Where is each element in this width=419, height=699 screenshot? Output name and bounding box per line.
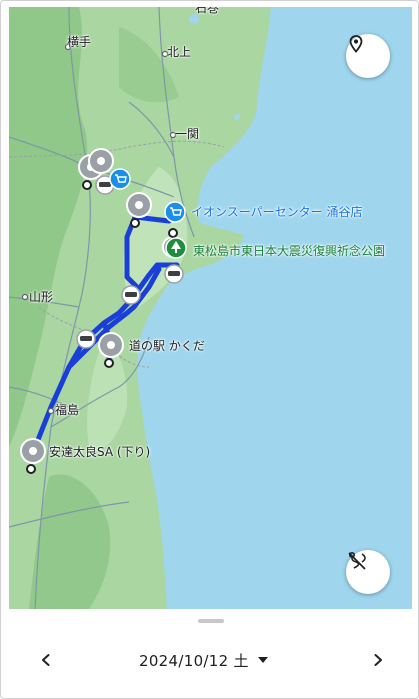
location-button[interactable] [346, 34, 390, 78]
lake [234, 114, 240, 120]
place-label-fukushima: 福島 [55, 403, 80, 417]
car-icon [164, 264, 184, 284]
bottom-sheet: 2024/10/12 土 [9, 609, 412, 695]
previous-day-button[interactable] [31, 645, 61, 675]
chevron-left-icon [42, 654, 50, 666]
poi-label-michinoeki[interactable]: 道の駅 かくだ [129, 339, 205, 353]
app-frame: 横手 北上 一関 山形 福島 石巻 イオンスーパーセンター 涌谷店 東松島市東日… [0, 0, 419, 699]
place-label-top: 石巻 [195, 7, 220, 15]
poi-label-memorial-park[interactable]: 東松島市東日本大震災復興祈念公園 [193, 244, 385, 258]
location-pin-icon [349, 35, 363, 53]
poi-label-aeon[interactable]: イオンスーパーセンター 涌谷店 [191, 205, 362, 219]
route-toggle-button[interactable] [346, 550, 390, 594]
place-label-yokote: 横手 [67, 35, 92, 49]
map-canvas [9, 7, 412, 609]
drag-handle[interactable] [198, 619, 224, 623]
visit-pin-marker[interactable] [126, 192, 152, 218]
shopping-cart-icon[interactable] [109, 168, 131, 190]
car-icon [76, 329, 96, 349]
caret-down-icon [257, 657, 268, 663]
next-day-button[interactable] [363, 645, 393, 675]
map-view[interactable]: 横手 北上 一関 山形 福島 石巻 イオンスーパーセンター 涌谷店 東松島市東日… [9, 7, 412, 609]
place-label-yamagata: 山形 [29, 290, 54, 304]
chevron-right-icon [374, 654, 382, 666]
route-off-icon [348, 551, 366, 570]
visit-pin-marker[interactable] [98, 332, 124, 358]
shopping-cart-icon[interactable] [164, 201, 186, 223]
date-text: 2024/10/12 土 [139, 651, 249, 670]
place-label-kitakami: 北上 [167, 45, 192, 59]
visit-pin-marker[interactable] [88, 148, 114, 174]
lake [189, 14, 199, 24]
tree-icon[interactable] [165, 237, 187, 259]
poi-label-adatara-sa[interactable]: 安達太良SA (下り) [49, 445, 150, 459]
date-selector[interactable]: 2024/10/12 土 [139, 647, 269, 673]
visit-pin-marker[interactable] [20, 438, 46, 464]
place-label-ichinoseki: 一関 [175, 127, 200, 141]
car-icon [121, 285, 141, 305]
